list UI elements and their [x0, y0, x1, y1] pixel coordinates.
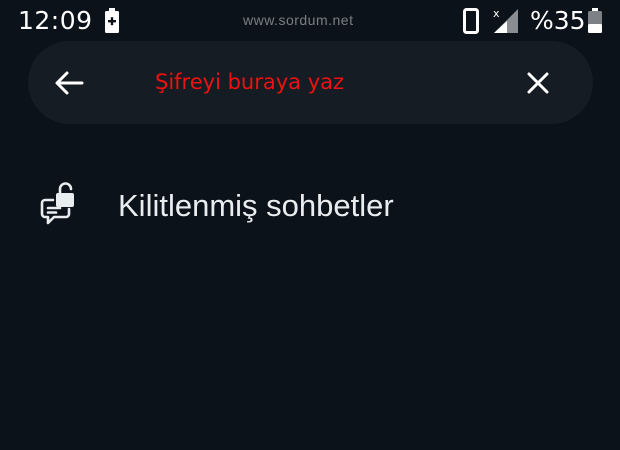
signal-icon: x — [493, 7, 518, 33]
watermark-text: www.sordum.net — [243, 12, 354, 28]
phone-icon — [463, 8, 479, 34]
battery-percent: %35 — [530, 6, 586, 35]
charging-battery-icon — [105, 8, 119, 33]
back-button[interactable] — [46, 63, 92, 103]
battery-icon — [588, 8, 602, 33]
close-icon — [527, 72, 549, 94]
clear-button[interactable] — [518, 63, 558, 103]
arrow-left-icon — [55, 71, 84, 95]
chat-lock-icon — [40, 182, 74, 225]
password-search-input[interactable] — [155, 64, 495, 100]
locked-chats-item[interactable]: Kilitlenmiş sohbetler — [0, 165, 620, 249]
status-time: 12:09 — [18, 6, 93, 35]
status-bar: 12:09 www.sordum.net x %35 — [0, 0, 620, 40]
locked-chats-label: Kilitlenmiş sohbetler — [118, 188, 394, 223]
signal-x-badge: x — [493, 7, 500, 20]
